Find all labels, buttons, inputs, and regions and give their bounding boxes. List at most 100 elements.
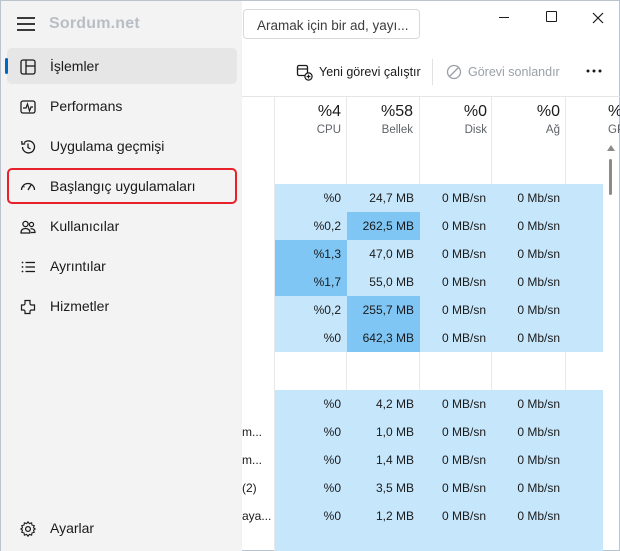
maximize-button[interactable] bbox=[537, 6, 567, 30]
disk-cell bbox=[420, 530, 492, 551]
process-name bbox=[242, 212, 275, 240]
sidebar-item-label: Uygulama geçmişi bbox=[50, 138, 165, 154]
column-header-gpu[interactable]: % GP bbox=[566, 103, 620, 145]
sidebar-item-settings[interactable]: Ayarlar bbox=[7, 510, 237, 546]
header-divider bbox=[242, 96, 620, 97]
process-name: (2) bbox=[242, 481, 257, 495]
table-row[interactable]: %1,3 47,0 MB 0 MB/sn 0 Mb/sn bbox=[242, 240, 603, 268]
scroll-up-arrow[interactable] bbox=[607, 145, 615, 151]
table-row[interactable]: %0 642,3 MB 0 MB/sn 0 Mb/sn bbox=[242, 324, 603, 352]
cpu-cell: %0,2 bbox=[275, 212, 347, 240]
network-cell: 0 Mb/sn bbox=[492, 390, 566, 418]
table-row[interactable] bbox=[242, 530, 603, 551]
network-cell: 0 Mb/sn bbox=[492, 268, 566, 296]
network-cell: 0 Mb/sn bbox=[492, 446, 566, 474]
table-row[interactable]: %0,2 255,7 MB 0 MB/sn 0 Mb/sn bbox=[242, 296, 603, 324]
run-task-icon bbox=[296, 64, 313, 81]
cpu-cell: %1,3 bbox=[275, 240, 347, 268]
sidebar-item-details[interactable]: Ayrıntılar bbox=[7, 248, 237, 284]
sidebar-item-label: Başlangıç uygulamaları bbox=[50, 178, 196, 194]
network-cell: 0 Mb/sn bbox=[492, 240, 566, 268]
more-options-button[interactable] bbox=[584, 63, 604, 79]
table-row[interactable]: %1,7 55,0 MB 0 MB/sn 0 Mb/sn bbox=[242, 268, 603, 296]
memory-cell: 24,7 MB bbox=[347, 184, 420, 212]
services-icon bbox=[20, 299, 36, 315]
cpu-cell: %1,7 bbox=[275, 268, 347, 296]
table-row[interactable]: m... %0 1,0 MB 0 MB/sn 0 Mb/sn bbox=[242, 418, 603, 446]
memory-cell: 55,0 MB bbox=[347, 268, 420, 296]
sidebar-item-processes[interactable]: İşlemler bbox=[5, 48, 237, 84]
disk-cell: 0 MB/sn bbox=[420, 212, 492, 240]
app-history-icon bbox=[21, 140, 36, 154]
column-header-disk[interactable]: %0 Disk bbox=[420, 103, 487, 145]
memory-cell: 3,5 MB bbox=[347, 474, 420, 502]
sidebar-item-performance[interactable]: Performans bbox=[7, 88, 237, 124]
gpu-cell bbox=[566, 418, 603, 446]
end-task-icon bbox=[446, 64, 462, 80]
gpu-cell bbox=[566, 474, 603, 502]
cpu-cell: %0 bbox=[275, 184, 347, 212]
cpu-cell bbox=[275, 530, 347, 551]
column-usage: % bbox=[608, 103, 620, 121]
process-name bbox=[242, 268, 275, 296]
close-button[interactable] bbox=[583, 6, 613, 30]
memory-cell bbox=[347, 530, 420, 551]
end-task-button[interactable]: Görevi sonlandır bbox=[446, 61, 560, 83]
gpu-cell bbox=[566, 446, 603, 474]
cpu-cell: %0 bbox=[275, 418, 347, 446]
active-indicator bbox=[5, 58, 8, 74]
process-name bbox=[242, 296, 275, 324]
startup-apps-icon bbox=[20, 182, 36, 191]
vertical-scrollbar[interactable] bbox=[609, 159, 612, 195]
sidebar-item-startup-apps[interactable]: Başlangıç uygulamaları bbox=[7, 168, 237, 204]
sidebar: Sordum.net İşlemler Performans Uygulama … bbox=[1, 1, 242, 551]
menu-icon[interactable] bbox=[17, 17, 35, 31]
process-name bbox=[242, 184, 275, 212]
close-icon bbox=[592, 12, 604, 24]
run-new-task-button[interactable]: Yeni görevi çalıştır bbox=[296, 61, 421, 83]
table-row[interactable]: %0 4,2 MB 0 MB/sn 0 Mb/sn bbox=[242, 390, 603, 418]
table-row[interactable]: m... %0 1,4 MB 0 MB/sn 0 Mb/sn bbox=[242, 446, 603, 474]
memory-cell: 1,0 MB bbox=[347, 418, 420, 446]
column-header-cpu[interactable]: %4 CPU bbox=[275, 103, 341, 145]
network-cell: 0 Mb/sn bbox=[492, 474, 566, 502]
disk-cell: 0 MB/sn bbox=[420, 184, 492, 212]
gpu-cell bbox=[566, 502, 603, 530]
gpu-cell bbox=[566, 268, 603, 296]
table-row[interactable]: %0 24,7 MB 0 MB/sn 0 Mb/sn bbox=[242, 184, 603, 212]
search-input[interactable]: Aramak için bir ad, yayı... bbox=[243, 9, 420, 39]
process-name bbox=[242, 390, 275, 418]
sidebar-item-services[interactable]: Hizmetler bbox=[7, 288, 237, 324]
sidebar-item-app-history[interactable]: Uygulama geçmişi bbox=[7, 128, 237, 164]
sidebar-item-label: Ayarlar bbox=[50, 520, 95, 536]
table-row[interactable]: (2) %0 3,5 MB 0 MB/sn 0 Mb/sn bbox=[242, 474, 603, 502]
gpu-cell bbox=[566, 184, 603, 212]
column-header-memory[interactable]: %58 Bellek bbox=[347, 103, 413, 145]
memory-cell: 4,2 MB bbox=[347, 390, 420, 418]
table-row[interactable]: aya... %0 1,2 MB 0 MB/sn 0 Mb/sn bbox=[242, 502, 603, 530]
column-usage: %58 bbox=[380, 103, 413, 120]
cpu-cell: %0,2 bbox=[275, 296, 347, 324]
disk-cell: 0 MB/sn bbox=[420, 418, 492, 446]
end-task-label: Görevi sonlandır bbox=[468, 65, 560, 79]
column-name: Disk bbox=[464, 124, 487, 136]
minimize-button[interactable] bbox=[489, 6, 519, 30]
gpu-cell bbox=[566, 240, 603, 268]
gear-icon bbox=[19, 520, 37, 538]
cpu-cell: %0 bbox=[275, 474, 347, 502]
sidebar-item-users[interactable]: Kullanıcılar bbox=[7, 208, 237, 244]
network-cell: 0 Mb/sn bbox=[492, 502, 566, 530]
memory-cell: 255,7 MB bbox=[347, 296, 420, 324]
network-cell: 0 Mb/sn bbox=[492, 324, 566, 352]
sidebar-item-label: Performans bbox=[50, 98, 123, 114]
table-row[interactable]: %0,2 262,5 MB 0 MB/sn 0 Mb/sn bbox=[242, 212, 603, 240]
run-new-task-label: Yeni görevi çalıştır bbox=[319, 65, 421, 79]
column-header-network[interactable]: %0 Ağ bbox=[492, 103, 560, 145]
disk-cell: 0 MB/sn bbox=[420, 296, 492, 324]
gpu-cell bbox=[566, 212, 603, 240]
brand-watermark: Sordum.net bbox=[49, 15, 140, 32]
column-name: Bellek bbox=[381, 124, 413, 136]
disk-cell: 0 MB/sn bbox=[420, 240, 492, 268]
sidebar-item-label: Kullanıcılar bbox=[50, 218, 120, 234]
column-usage: %4 bbox=[317, 103, 341, 120]
